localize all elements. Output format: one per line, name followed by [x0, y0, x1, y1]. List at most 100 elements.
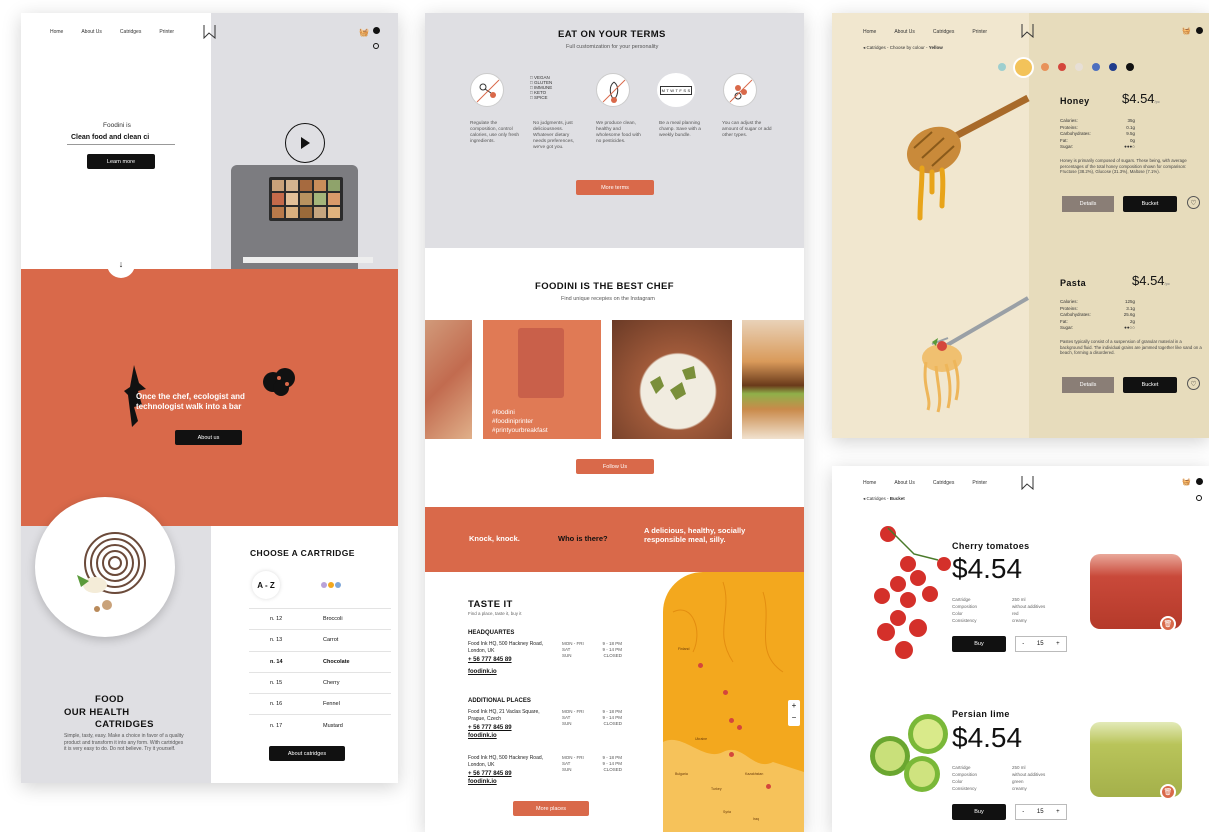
nav-catridges[interactable]: Catridges — [120, 29, 141, 35]
map-pin[interactable] — [729, 718, 734, 723]
nav-about[interactable]: About Us — [894, 480, 915, 486]
place2-phone[interactable]: + 56 777 845 89 — [468, 725, 512, 731]
increment-button[interactable]: + — [1056, 641, 1060, 647]
best-chef-title: FOODINI IS THE BEST CHEF — [535, 281, 674, 292]
diet-checkbox[interactable]: □ SPICE — [530, 95, 552, 100]
pasta-details-button[interactable]: Details — [1062, 377, 1114, 393]
burger-photo — [742, 320, 804, 439]
quantity-value[interactable]: 15 — [1037, 809, 1044, 815]
place2-site[interactable]: foodink.io — [468, 733, 497, 739]
cartridge-row[interactable]: n. 15 Cherry — [249, 671, 391, 693]
logo-icon[interactable] — [203, 24, 216, 39]
map-pin[interactable] — [723, 690, 728, 695]
lime-cartridge-delete-button[interactable]: 🗑 — [1160, 784, 1176, 800]
colour-swatch[interactable] — [1126, 63, 1134, 71]
map-pin[interactable] — [737, 725, 742, 730]
map-pin[interactable] — [698, 663, 703, 668]
colour-swatch[interactable] — [1041, 63, 1049, 71]
map-pin[interactable] — [766, 784, 771, 789]
colour-swatch[interactable] — [998, 63, 1006, 71]
instagram-post-featured[interactable]: #foodini #foodiniprinter #printyourbreak… — [483, 320, 601, 439]
breadcrumb: ◂ Catridges - Bucket — [863, 496, 905, 501]
basket-icon[interactable]: 🧺 — [359, 28, 369, 37]
dinosaur-pancakes-photo[interactable] — [612, 320, 732, 439]
about-us-button[interactable]: About us — [175, 430, 242, 445]
nav-about[interactable]: About Us — [894, 29, 915, 35]
nav-home[interactable]: Home — [863, 480, 876, 486]
map-label: Finland — [678, 647, 690, 651]
logo-icon[interactable] — [1021, 23, 1034, 38]
map-pin[interactable] — [729, 752, 734, 757]
learn-more-button[interactable]: Learn more — [87, 154, 155, 169]
basket-icon[interactable]: 🧺 — [1182, 478, 1191, 486]
search-icon[interactable] — [373, 43, 379, 49]
honey-bucket-button[interactable]: Bucket — [1123, 196, 1177, 212]
zoom-in-button[interactable]: + — [788, 700, 800, 712]
cartridge-row[interactable]: n. 16 Fennel — [249, 693, 391, 714]
place3-phone[interactable]: + 56 777 845 89 — [468, 771, 512, 777]
place3-site[interactable]: foodink.io — [468, 779, 497, 785]
colour-swatch[interactable] — [1092, 63, 1100, 71]
nav-printer[interactable]: Printer — [972, 480, 987, 486]
feature-description: You can adjust the amount of sugar or ad… — [722, 121, 772, 138]
map[interactable]: Finland Ukraine Bulgaria Turkey Kazakhst… — [663, 572, 804, 832]
basket-icon[interactable]: 🧺 — [1182, 27, 1191, 35]
printer-photo — [518, 328, 564, 398]
about-cartridges-button[interactable]: About catridges — [269, 746, 345, 761]
persian-lime-image — [868, 704, 958, 804]
user-icon[interactable] — [1196, 478, 1203, 485]
decrement-button[interactable]: - — [1022, 641, 1024, 647]
follow-us-button[interactable]: Follow Us — [576, 459, 654, 474]
persian-lime-quantity-stepper: - 15 + — [1015, 804, 1067, 820]
pasta-bucket-button[interactable]: Bucket — [1123, 377, 1177, 393]
nav-printer[interactable]: Printer — [159, 29, 174, 35]
pasta-favourite-button[interactable]: ♡ — [1187, 377, 1200, 390]
cartridge-name: Cherry — [323, 680, 340, 687]
tomato-cartridge-delete-button[interactable]: 🗑 — [1160, 616, 1176, 632]
nav-home[interactable]: Home — [863, 29, 876, 35]
logo-icon[interactable] — [1021, 475, 1034, 490]
play-button[interactable] — [285, 123, 325, 163]
hq-site[interactable]: foodink.io — [468, 669, 497, 675]
persian-lime-buy-button[interactable]: Buy — [952, 804, 1006, 820]
zoom-out-button[interactable]: − — [788, 712, 800, 724]
colour-swatch[interactable] — [1058, 63, 1066, 71]
honey-dipper-image — [892, 88, 1032, 228]
hq-phone[interactable]: + 56 777 845 89 — [468, 657, 512, 663]
nav-catridges[interactable]: Catridges — [933, 29, 954, 35]
food-title-3: CATRIDGES — [95, 719, 154, 730]
az-sort-button[interactable]: A - Z — [252, 571, 280, 599]
colour-swatch[interactable] — [1015, 58, 1032, 76]
cherry-tomatoes-buy-button[interactable]: Buy — [952, 636, 1006, 652]
colour-swatch[interactable] — [1075, 63, 1083, 71]
cartridge-row[interactable]: n. 17 Mustard — [249, 714, 391, 735]
user-icon[interactable] — [1196, 27, 1203, 34]
more-terms-button[interactable]: More terms — [576, 180, 654, 195]
cartridge-number: n. 14 — [270, 658, 283, 665]
honey-favourite-button[interactable]: ♡ — [1187, 196, 1200, 209]
persian-lime-name: Persian lime — [952, 709, 1010, 719]
increment-button[interactable]: + — [1056, 809, 1060, 815]
cartridge-row[interactable]: n. 12 Broccoli — [249, 608, 391, 629]
place3-hours: MON - FRI 9 - 18 PM SAT 9 - 14 PM SUN CLOSE… — [562, 755, 622, 772]
nav-home[interactable]: Home — [50, 29, 63, 35]
decrement-button[interactable]: - — [1022, 809, 1024, 815]
color-sort-button[interactable] — [317, 571, 345, 599]
nav-about[interactable]: About Us — [81, 29, 102, 35]
cherry-tomatoes-image — [868, 524, 958, 664]
colour-swatch[interactable] — [1109, 63, 1117, 71]
user-icon[interactable] — [373, 27, 380, 34]
more-places-button[interactable]: More places — [513, 801, 589, 816]
cartridge-row[interactable]: n. 14 Chocolate — [249, 650, 391, 672]
cartridge-row[interactable]: n. 13 Carrot — [249, 629, 391, 650]
nav-catridges[interactable]: Catridges — [933, 480, 954, 486]
nav-printer[interactable]: Printer — [972, 29, 987, 35]
scroll-down-button[interactable]: ↓ — [107, 250, 135, 278]
search-icon[interactable] — [1196, 495, 1202, 501]
honey-details-button[interactable]: Details — [1062, 196, 1114, 212]
knock-text: Knock, knock. — [469, 534, 520, 543]
map-label: Syria — [723, 810, 731, 814]
cartridge-name: Broccoli — [323, 616, 343, 623]
quantity-value[interactable]: 15 — [1037, 641, 1044, 647]
hq-title: HEADQUARTES — [468, 630, 515, 636]
